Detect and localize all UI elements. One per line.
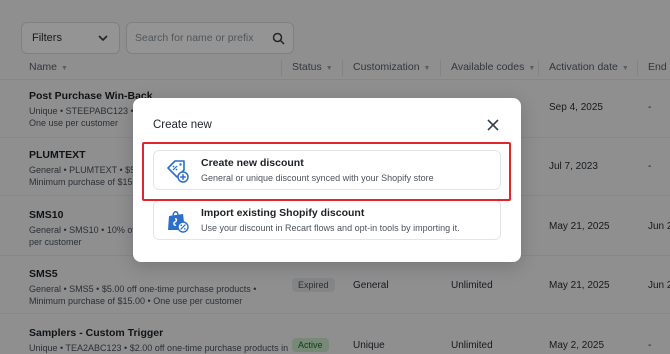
close-icon[interactable] — [485, 117, 501, 133]
import-shopify-discount-option[interactable]: Import existing Shopify discount Use you… — [153, 200, 501, 240]
option-description: General or unique discount synced with y… — [201, 173, 434, 183]
create-new-modal: Create new Create new discount General o… — [133, 98, 521, 262]
create-new-discount-option[interactable]: Create new discount General or unique di… — [153, 150, 501, 190]
discount-tag-plus-icon — [164, 158, 190, 184]
option-title: Create new discount — [201, 157, 304, 169]
modal-title: Create new — [153, 119, 212, 131]
option-description: Use your discount in Recart flows and op… — [201, 223, 460, 233]
shopify-bag-icon — [164, 208, 190, 234]
option-title: Import existing Shopify discount — [201, 207, 365, 219]
